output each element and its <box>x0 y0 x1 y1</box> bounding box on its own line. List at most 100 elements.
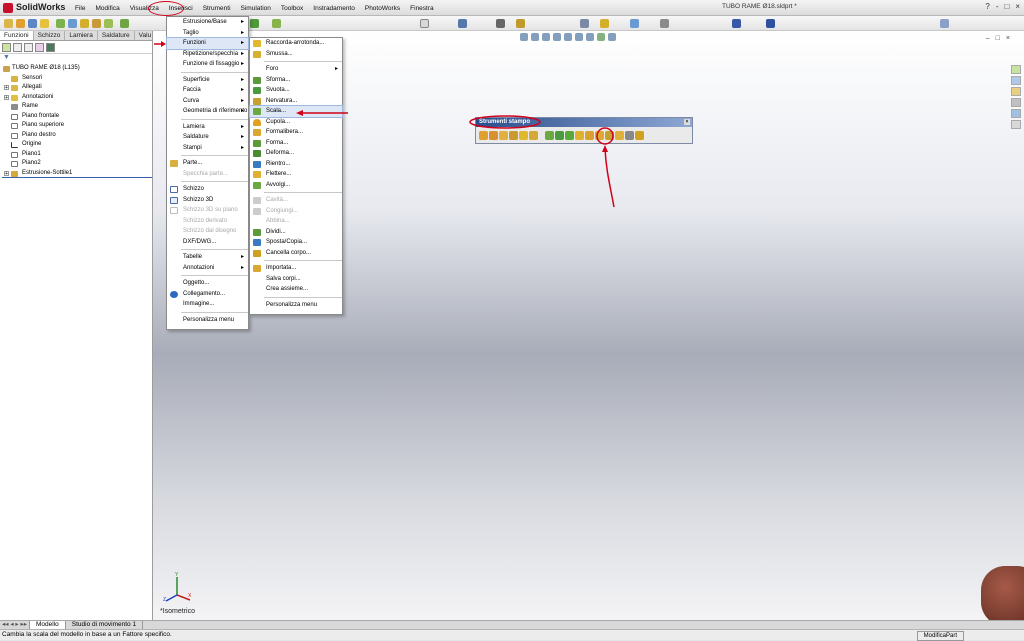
tooling-split-icon[interactable] <box>519 131 528 140</box>
tree-item-piano1[interactable]: Piano1 <box>2 150 152 160</box>
menu-item-svuota[interactable]: Svuota... <box>250 85 342 96</box>
menu-item-superficie[interactable]: Superficie ▸ <box>167 75 248 86</box>
print-icon[interactable] <box>458 19 467 28</box>
previous-view-icon[interactable] <box>542 33 550 41</box>
appearances-icon[interactable] <box>1011 109 1021 118</box>
menu-toolbox[interactable]: Toolbox <box>276 3 308 14</box>
expand-icon[interactable]: + <box>4 94 9 100</box>
menu-item-cancella-corpo[interactable]: Cancella corpo... <box>250 248 342 259</box>
menu-strumenti[interactable]: Strumenti <box>198 3 236 14</box>
scale-icon[interactable] <box>565 131 574 140</box>
tree-item-piano-superiore[interactable]: Piano superiore <box>2 121 152 131</box>
revolve-icon[interactable] <box>104 19 113 28</box>
menu-item-tabelle[interactable]: Tabelle ▸ <box>167 252 248 263</box>
tree-item-part[interactable]: TUBO RAME Ø18 (L135) <box>2 64 152 74</box>
reference-geom-icon[interactable] <box>732 19 741 28</box>
menu-item-deforma[interactable]: Deforma... <box>250 148 342 159</box>
menu-item-crea-assieme[interactable]: Crea assieme... <box>250 284 342 295</box>
tab-saldature[interactable]: Saldature <box>98 31 135 40</box>
tree-item-estrusione-sottile[interactable]: + Estrusione-Sottile1 <box>2 169 152 178</box>
menu-item-formalibera[interactable]: Formalibera... <box>250 127 342 138</box>
menu-item-geometria-riferimento[interactable]: Geometria di riferimento ▸ <box>167 106 248 117</box>
fillet-icon[interactable] <box>120 19 129 28</box>
menu-item-forma[interactable]: Forma... <box>250 138 342 149</box>
tree-item-origine[interactable]: Origine <box>2 140 152 150</box>
draft-analysis-icon[interactable] <box>545 131 554 140</box>
close-icon[interactable]: × <box>684 119 690 125</box>
design-library-icon[interactable] <box>1011 76 1021 85</box>
menu-item-salva-corpi[interactable]: Salva corpi... <box>250 274 342 285</box>
menu-simulation[interactable]: Simulation <box>236 3 276 14</box>
custom-properties-icon[interactable] <box>1011 120 1021 129</box>
undercut-icon[interactable] <box>555 131 564 140</box>
spline-tool-icon[interactable] <box>272 19 281 28</box>
view-palette-icon[interactable] <box>1011 98 1021 107</box>
display-manager-icon[interactable] <box>46 43 55 52</box>
menu-item-dividi[interactable]: Dividi... <box>250 227 342 238</box>
close-icon[interactable]: × <box>1015 2 1020 11</box>
menu-item-ripetizione-specchia[interactable]: Ripetizione/specchia ▸ <box>167 49 248 60</box>
menu-item-flettere[interactable]: Flettere... <box>250 169 342 180</box>
zoom-icon[interactable] <box>420 19 429 28</box>
viewport-close-icon[interactable]: × <box>1006 35 1010 42</box>
line-tool-icon[interactable] <box>250 19 259 28</box>
menu-item-lamiera[interactable]: Lamiera ▸ <box>167 122 248 133</box>
resources-icon[interactable] <box>1011 65 1021 74</box>
viewport-minimize-icon[interactable]: – <box>986 35 990 42</box>
menu-item-estrusione-base[interactable]: Estrusione/Base ▸ <box>167 17 248 28</box>
interlock-surface-icon[interactable] <box>605 131 614 140</box>
zoom-area-icon[interactable] <box>531 33 539 41</box>
sketch-icon[interactable] <box>80 19 89 28</box>
parting-surface-icon[interactable] <box>499 131 508 140</box>
grid-icon[interactable] <box>940 19 949 28</box>
menu-item-personalizza-menu[interactable]: Personalizza menu <box>250 300 342 311</box>
expand-icon[interactable]: + <box>4 170 9 176</box>
insert-mold-folder-icon[interactable] <box>585 131 594 140</box>
menu-item-rientro[interactable]: Rientro... <box>250 159 342 170</box>
extrude-icon[interactable] <box>92 19 101 28</box>
menu-instradamento[interactable]: Instradamento <box>308 3 360 14</box>
menu-item-smussa[interactable]: Smussa... <box>250 49 342 60</box>
menu-item-taglio[interactable]: Taglio ▸ <box>167 28 248 39</box>
menu-item-immagine[interactable]: Immagine... <box>167 299 248 310</box>
save-icon[interactable] <box>28 19 37 28</box>
menu-item-importata[interactable]: Importata... <box>250 263 342 274</box>
menu-item-saldature[interactable]: Saldature ▸ <box>167 132 248 143</box>
menu-item-schizzo-3d[interactable]: Schizzo 3D <box>167 195 248 206</box>
options-icon[interactable] <box>56 19 65 28</box>
menu-item-avvolgi[interactable]: Avvolgi... <box>250 180 342 191</box>
rotate-view-icon[interactable] <box>580 19 589 28</box>
menu-item-raccorda[interactable]: Raccorda-arrotonda... <box>250 38 342 49</box>
filter-icon[interactable]: ▼ <box>0 54 152 64</box>
core-icon[interactable] <box>529 131 538 140</box>
tree-item-allegati[interactable]: + Allegati <box>2 83 152 93</box>
open-icon[interactable] <box>16 19 25 28</box>
view-orientation-icon[interactable] <box>564 33 572 41</box>
cavity-icon[interactable] <box>575 131 584 140</box>
feature-tree-icon[interactable] <box>2 43 11 52</box>
tab-modello[interactable]: Modello <box>30 621 66 629</box>
menu-item-personalizza-menu[interactable]: Personalizza menu <box>167 315 248 326</box>
menu-modifica[interactable]: Modifica <box>90 3 124 14</box>
tooling-split-icon[interactable] <box>595 131 604 140</box>
menu-item-collegamento[interactable]: Collegamento... <box>167 289 248 300</box>
view-orient-icon[interactable] <box>660 19 669 28</box>
scene-icon[interactable] <box>608 33 616 41</box>
split-line-icon[interactable] <box>615 131 624 140</box>
viewport-restore-icon[interactable]: □ <box>996 35 1000 42</box>
menu-item-sposta-copia[interactable]: Sposta/Copia... <box>250 237 342 248</box>
menu-finestra[interactable]: Finestra <box>405 3 438 14</box>
solid-body-icon[interactable] <box>635 131 644 140</box>
select-icon[interactable] <box>516 19 525 28</box>
menu-item-funzione-fissaggio[interactable]: Funzione di fissaggio ▸ <box>167 59 248 70</box>
menu-item-oggetto[interactable]: Oggetto... <box>167 278 248 289</box>
mold-tools-title[interactable]: Strumenti stampo × <box>476 118 692 127</box>
tab-studio-movimento[interactable]: Studio di movimento 1 <box>66 621 144 629</box>
menu-item-annotazioni[interactable]: Annotazioni ▸ <box>167 263 248 274</box>
expand-icon[interactable]: + <box>4 85 9 91</box>
tree-item-rame[interactable]: Rame <box>2 102 152 112</box>
minimize-icon[interactable]: - <box>996 2 999 11</box>
parting-line-icon[interactable] <box>479 131 488 140</box>
menu-item-curva[interactable]: Curva ▸ <box>167 96 248 107</box>
section-view-icon[interactable] <box>553 33 561 41</box>
